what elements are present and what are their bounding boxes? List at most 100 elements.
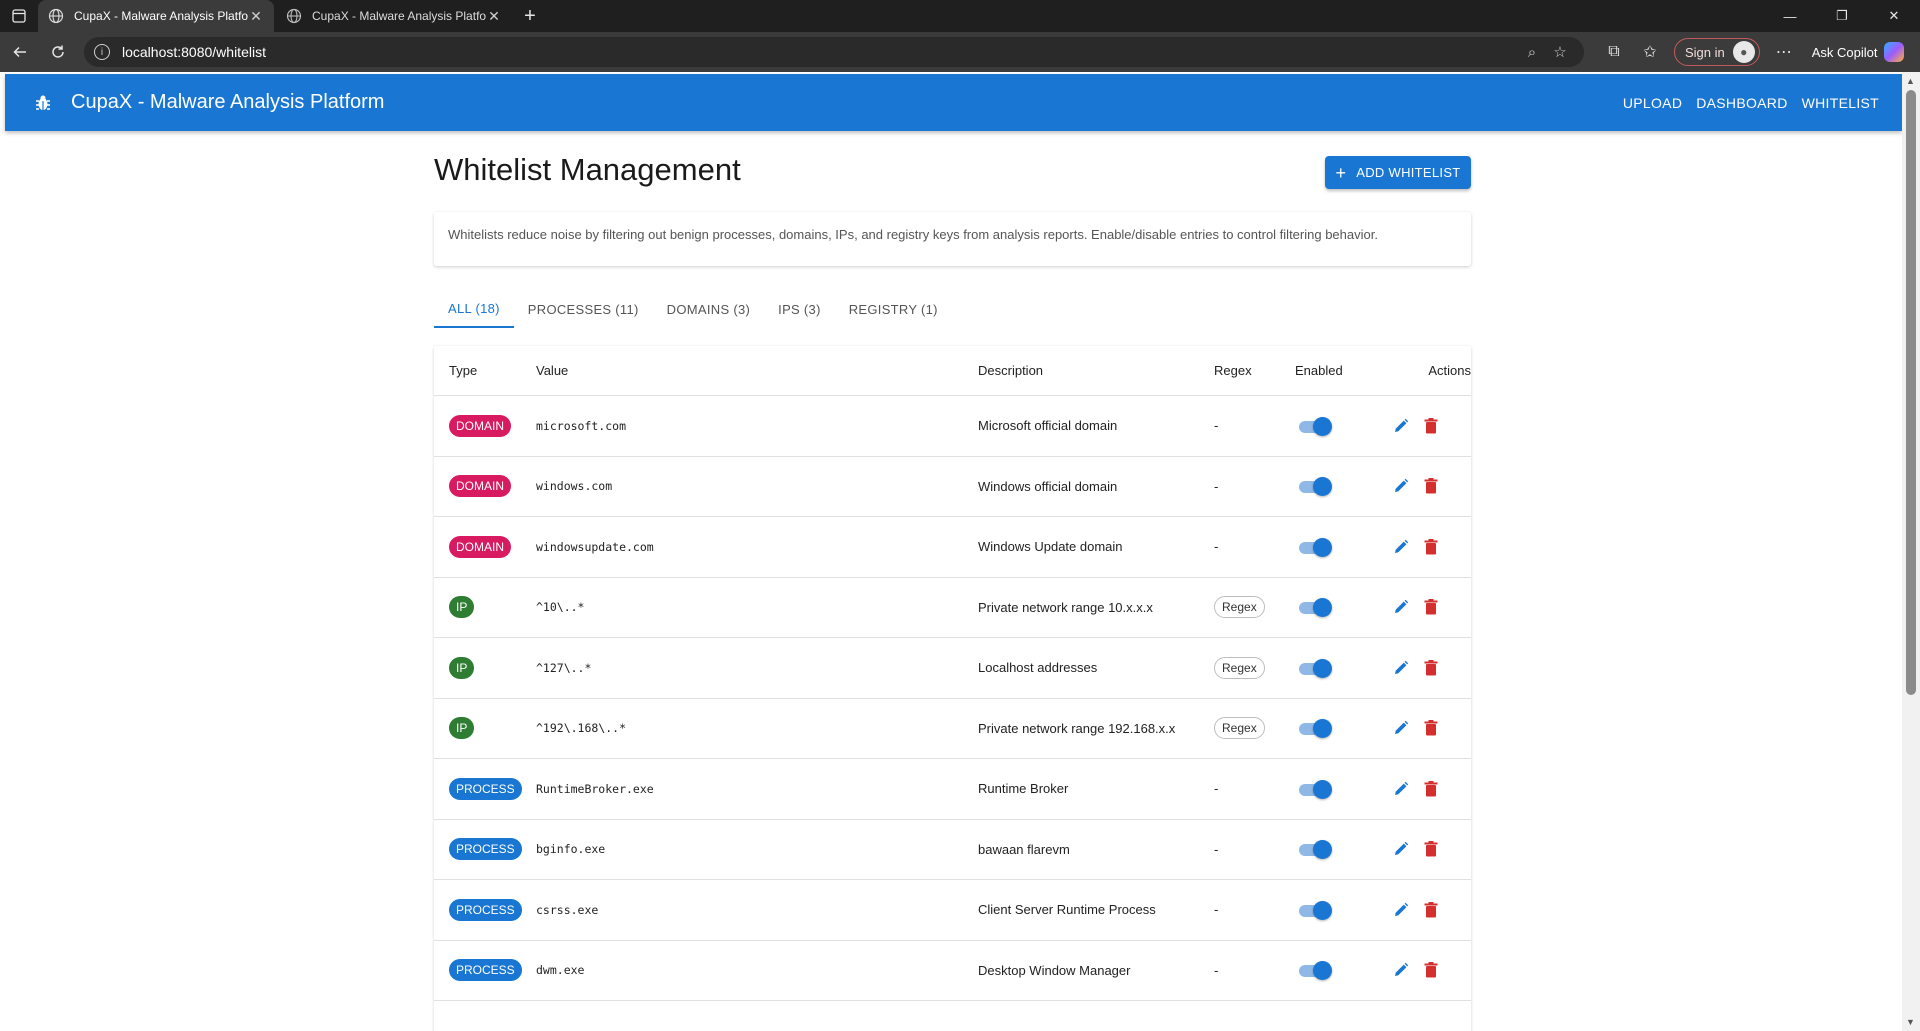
scroll-down-icon[interactable]: ▼ <box>1906 1017 1915 1027</box>
browser-tab-1[interactable]: CupaX - Malware Analysis Platform ✕ <box>38 0 274 32</box>
regex-badge: Regex <box>1214 717 1265 740</box>
regex-cell: Regex <box>1214 656 1295 679</box>
tab-ips[interactable]: IPS (3) <box>764 290 835 328</box>
header-value: Value <box>536 363 569 378</box>
delete-icon[interactable] <box>1420 536 1442 558</box>
description-cell: Runtime Broker <box>978 781 1069 797</box>
type-badge: DOMAIN <box>449 414 511 437</box>
delete-icon[interactable] <box>1420 717 1442 739</box>
table-row: IP ^10\..* Private network range 10.x.x.… <box>434 578 1471 638</box>
edit-icon[interactable] <box>1390 415 1412 437</box>
description-cell: Private network range 10.x.x.x <box>978 599 1153 615</box>
enabled-toggle[interactable] <box>1297 718 1332 739</box>
close-icon[interactable]: ✕ <box>486 8 502 25</box>
browser-tab-strip: CupaX - Malware Analysis Platform ✕ Cupa… <box>0 0 1920 32</box>
regex-cell: - <box>1214 478 1219 494</box>
actions-cell <box>1390 778 1471 800</box>
actions-cell <box>1390 596 1471 618</box>
page-title: Whitelist Management <box>434 152 741 187</box>
sign-in-button[interactable]: Sign in ● <box>1674 38 1760 66</box>
enabled-cell <box>1295 658 1390 678</box>
delete-icon[interactable] <box>1420 596 1442 618</box>
enabled-toggle[interactable] <box>1297 476 1332 497</box>
regex-cell: Regex <box>1214 596 1295 619</box>
enabled-toggle[interactable] <box>1297 900 1332 920</box>
edit-icon[interactable] <box>1390 596 1412 618</box>
copilot-icon <box>1883 42 1904 62</box>
edit-icon[interactable] <box>1390 899 1412 921</box>
delete-icon[interactable] <box>1420 899 1442 921</box>
type-badge: PROCESS <box>449 959 522 982</box>
nav-upload[interactable]: UPLOAD <box>1616 95 1689 111</box>
delete-icon[interactable] <box>1420 415 1442 437</box>
value-cell: ^127\..* <box>536 660 592 675</box>
close-icon[interactable]: ✕ <box>248 8 264 25</box>
enabled-toggle[interactable] <box>1297 416 1332 436</box>
edit-icon[interactable] <box>1390 717 1412 739</box>
enabled-toggle[interactable] <box>1297 960 1332 981</box>
type-cell: IP <box>434 717 536 740</box>
value-cell: dwm.exe <box>536 963 585 978</box>
header-regex: Regex <box>1214 363 1252 378</box>
tab-registry[interactable]: REGISTRY (1) <box>835 290 952 328</box>
delete-icon[interactable] <box>1420 838 1442 860</box>
new-tab-icon[interactable]: + <box>514 0 546 32</box>
add-whitelist-button[interactable]: + ADD WHITELIST <box>1325 156 1471 189</box>
extensions-icon[interactable]: ⧉ <box>1596 43 1632 61</box>
nav-dashboard[interactable]: DASHBOARD <box>1689 95 1794 111</box>
more-options-icon[interactable]: ⋯ <box>1766 42 1802 62</box>
tab-domains[interactable]: DOMAINS (3) <box>653 290 764 328</box>
enabled-toggle[interactable] <box>1297 658 1332 678</box>
tab-all[interactable]: ALL (18) <box>434 290 514 328</box>
favorite-star-icon[interactable]: ☆ <box>1546 43 1574 61</box>
nav-whitelist[interactable]: WHITELIST <box>1795 95 1886 111</box>
type-badge: IP <box>449 596 475 619</box>
zoom-icon[interactable]: ⌕ <box>1518 44 1546 61</box>
edit-icon[interactable] <box>1390 657 1412 679</box>
enabled-toggle[interactable] <box>1297 779 1332 799</box>
edit-icon[interactable] <box>1390 838 1412 860</box>
window-controls: — ❐ ✕ <box>1764 0 1920 32</box>
refresh-icon[interactable] <box>40 34 76 70</box>
minimize-icon[interactable]: — <box>1764 0 1816 32</box>
back-icon[interactable] <box>2 34 38 70</box>
delete-icon[interactable] <box>1420 657 1442 679</box>
restore-icon[interactable]: ❐ <box>1816 0 1868 32</box>
delete-icon[interactable] <box>1420 475 1442 497</box>
page-scrollbar[interactable]: ▲ ▼ <box>1902 72 1920 1031</box>
site-info-icon[interactable]: i <box>94 44 110 60</box>
regex-cell: - <box>1214 418 1219 434</box>
copilot-button[interactable]: Ask Copilot <box>1812 42 1904 62</box>
type-badge: DOMAIN <box>449 535 511 558</box>
delete-icon[interactable] <box>1420 959 1442 981</box>
table-row: DOMAIN windowsupdate.com Windows Update … <box>434 517 1471 578</box>
enabled-cell <box>1295 839 1390 860</box>
scrollbar-thumb[interactable] <box>1906 90 1916 695</box>
main-nav: UPLOAD DASHBOARD WHITELIST <box>1616 95 1886 111</box>
value-cell: microsoft.com <box>536 418 627 433</box>
edit-icon[interactable] <box>1390 536 1412 558</box>
close-window-icon[interactable]: ✕ <box>1868 0 1920 32</box>
edit-icon[interactable] <box>1390 475 1412 497</box>
whitelist-table: Type Value Description Regex Enabled Act… <box>434 346 1471 1031</box>
table-row: PROCESS RuntimeBroker.exe Runtime Broker… <box>434 759 1471 820</box>
delete-icon[interactable] <box>1420 778 1442 800</box>
browser-tab-title: CupaX - Malware Analysis Platform <box>312 9 486 23</box>
scroll-up-icon[interactable]: ▲ <box>1906 76 1915 86</box>
favorites-icon[interactable]: ✩ <box>1632 42 1668 62</box>
enabled-toggle[interactable] <box>1297 597 1332 618</box>
tab-actions-icon[interactable] <box>0 0 38 32</box>
header-description: Description <box>978 363 1044 378</box>
tab-processes[interactable]: PROCESSES (11) <box>514 290 653 328</box>
sign-in-label: Sign in <box>1685 44 1725 60</box>
browser-tab-2[interactable]: CupaX - Malware Analysis Platform ✕ <box>276 0 512 32</box>
edit-icon[interactable] <box>1390 778 1412 800</box>
edit-icon[interactable] <box>1390 959 1412 981</box>
regex-cell: - <box>1214 962 1219 978</box>
enabled-toggle[interactable] <box>1297 839 1332 860</box>
type-cell: DOMAIN <box>434 414 536 437</box>
enabled-toggle[interactable] <box>1297 537 1332 557</box>
filter-tabs: ALL (18) PROCESSES (11) DOMAINS (3) IPS … <box>434 290 952 328</box>
address-bar[interactable]: i localhost:8080/whitelist ⌕ ☆ <box>84 37 1584 67</box>
type-cell: IP <box>434 596 536 619</box>
